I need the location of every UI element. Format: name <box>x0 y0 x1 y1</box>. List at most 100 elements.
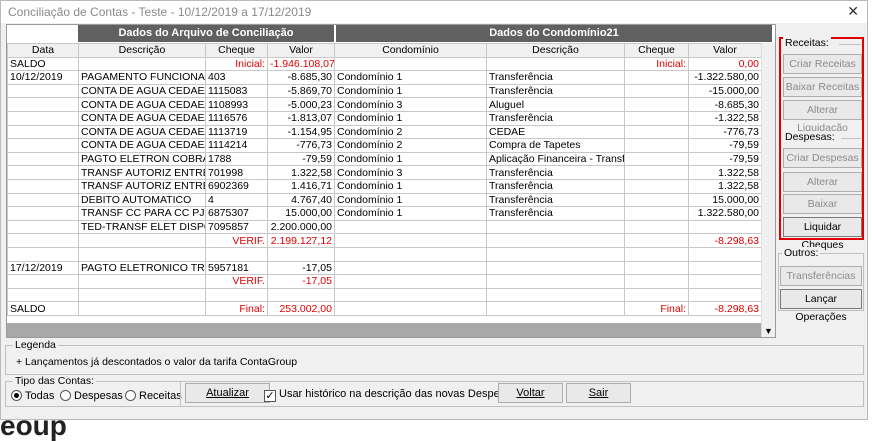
table-cell-data <box>7 83 79 99</box>
table-row[interactable]: CONTA DE AGUA CEDAE/RJ-11115083-5.869,70… <box>7 83 762 99</box>
radio-receitas[interactable]: Receitas <box>125 390 182 402</box>
conciliacao-grid[interactable]: Dados do Arquivo de Conciliação Dados do… <box>6 24 776 338</box>
table-row[interactable]: SALDO Inicial: -1.946.108,07 Inicial: 0,00 <box>7 56 762 72</box>
table-row[interactable]: TRANSF CC PARA CC PJ CON687530715.000,00… <box>7 206 762 221</box>
table-row[interactable]: DEBITO AUTOMATICO 4 4.767,40 Condomínio 1 Tr… <box>7 192 762 208</box>
table-cell-data: SALDO <box>7 301 79 316</box>
table-cell-data <box>7 274 79 289</box>
historico-checkbox[interactable]: ✓ Usar histórico na descrição das novas D… <box>264 388 517 402</box>
table-row[interactable]: VERIF. -17,05 <box>7 274 762 289</box>
table-cell-desc2 <box>486 56 625 72</box>
table-cell-desc <box>78 233 206 248</box>
column-header[interactable]: Cheque <box>624 43 689 58</box>
table-cell-valor: 2.199.127,12 <box>267 233 335 248</box>
table-row[interactable]: CONTA DE AGUA CEDAE/RJ-11116576-1.813,07… <box>7 110 762 126</box>
table-cell-desc2 <box>486 246 625 262</box>
table-cell-cond: Condomínio 1 <box>334 192 487 208</box>
column-header[interactable]: Valor <box>267 43 335 58</box>
alterar-liquidacao-button[interactable]: Alterar Liquidação <box>783 100 862 134</box>
table-header-row: Data Descrição Cheque Valor Condomínio D… <box>7 43 762 58</box>
horizontal-scrollbar[interactable] <box>7 323 761 337</box>
table-cell-cond <box>334 56 487 72</box>
table-row[interactable] <box>7 246 762 262</box>
table-cell-data: SALDO <box>7 56 79 72</box>
close-icon[interactable]: ✕ <box>847 3 859 20</box>
table-cell-cheque2 <box>624 110 689 126</box>
table-cell-cheque2 <box>624 124 689 140</box>
table-cell-data <box>7 246 79 262</box>
table-cell-desc2 <box>486 219 625 235</box>
radio-indicator[interactable] <box>125 390 136 401</box>
radio-despesas[interactable]: Despesas <box>60 390 123 402</box>
table-cell-cheque2 <box>624 246 689 262</box>
table-cell-data: 17/12/2019 <box>7 260 79 276</box>
table-cell-cheque2 <box>624 206 689 221</box>
table-cell-cond: Condomínio 1 <box>334 151 487 167</box>
legenda-label: Legenda <box>13 339 58 351</box>
table-cell-valor: 4.767,40 <box>267 192 335 208</box>
scroll-down-icon[interactable]: ▼ <box>764 326 773 336</box>
table-cell-cheque2 <box>624 274 689 289</box>
table-row[interactable] <box>7 287 762 303</box>
divider <box>839 44 861 45</box>
column-header[interactable]: Descrição <box>78 43 206 58</box>
column-header[interactable]: Condomínio <box>334 43 487 58</box>
table-row[interactable]: CONTA DE AGUA CEDAE/RJ-11108993-5.000,23… <box>7 97 762 112</box>
column-header[interactable]: Descrição <box>486 43 625 58</box>
table-cell-desc <box>78 246 206 262</box>
column-header[interactable]: Cheque <box>205 43 268 58</box>
checkmark-icon[interactable]: ✓ <box>264 390 276 402</box>
table-row[interactable]: CONTA DE AGUA CEDAE/RJ-11113719-1.154,95… <box>7 124 762 140</box>
table-row[interactable]: 10/12/2019PAGAMENTO FUNCIONARIOS403-8.68… <box>7 70 762 85</box>
baixar-despesas-button[interactable]: Baixar Despesas <box>783 194 862 228</box>
table-cell-valor: 253.002,00 <box>267 301 335 316</box>
table-cell-cheque: Final: <box>205 301 268 316</box>
table-cell-cheque <box>205 287 268 303</box>
table-row[interactable]: PAGTO ELETRON COBRANCA1788-79,59Condomín… <box>7 151 762 167</box>
criar-receitas-button[interactable]: Criar Receitas <box>783 54 862 74</box>
vertical-scrollbar[interactable]: ▼ <box>761 43 775 337</box>
table-row[interactable]: VERIF. 2.199.127,12 -8.298,63 <box>7 233 762 248</box>
baixar-receitas-button[interactable]: Baixar Receitas <box>783 77 862 97</box>
table-cell-cheque: 1108993 <box>205 97 268 112</box>
lancar-operacoes-button[interactable]: Lançar Operações <box>780 289 862 323</box>
table-cell-cheque: 1114214 <box>205 138 268 153</box>
transferencias-button[interactable]: Transferências <box>780 266 862 286</box>
table-cell-desc: CONTA DE AGUA CEDAE/RJ-1 <box>78 110 206 126</box>
table-cell-data <box>7 192 79 208</box>
radio-indicator[interactable] <box>11 390 22 401</box>
table-cell-desc: CONTA DE AGUA CEDAE/RJ-1 <box>78 83 206 99</box>
table-cell-valor2: -8.298,63 <box>688 233 762 248</box>
table-row[interactable]: 17/12/2019PAGTO ELETRONICO TRIBUTO595718… <box>7 260 762 276</box>
column-header[interactable]: Data <box>7 43 79 58</box>
column-header[interactable]: Valor <box>688 43 762 58</box>
table-cell-cond: Condomínio 1 <box>334 110 487 126</box>
table-cell-valor2: -8.298,63 <box>688 301 762 316</box>
table-cell-cheque: 5957181 <box>205 260 268 276</box>
legenda-text: + Lançamentos já descontados o valor da … <box>16 356 298 368</box>
table-cell-cheque2 <box>624 165 689 180</box>
liquidar-cheques-button[interactable]: Liquidar Cheques <box>783 217 862 251</box>
table-cell-valor: 15.000,00 <box>267 206 335 221</box>
table-row[interactable]: TRANSF AUTORIZ ENTRE AGS69023691.416,71C… <box>7 178 762 194</box>
table-row[interactable]: CONTA DE AGUA CEDAE/RJ-11114214-776,73Co… <box>7 138 762 153</box>
divider <box>180 381 181 407</box>
table-row[interactable]: SALDO Final: 253.002,00 Final: -8.298,63 <box>7 301 762 316</box>
sair-button[interactable]: Sair <box>566 383 631 403</box>
table-cell-valor: 1.416,71 <box>267 178 335 194</box>
voltar-button[interactable]: Voltar <box>498 383 563 403</box>
table-cell-cond <box>334 219 487 235</box>
table-cell-valor: 1.322,58 <box>267 165 335 180</box>
table-cell-data: 10/12/2019 <box>7 70 79 85</box>
atualizar-button[interactable]: Atualizar <box>185 383 270 403</box>
window-titlebar: Conciliação de Contas - Teste - 10/12/20… <box>1 1 867 23</box>
table-cell-cond: Condomínio 2 <box>334 124 487 140</box>
table-row[interactable]: TED-TRANSF ELET DISPON RE70958572.200.00… <box>7 219 762 235</box>
table-cell-desc: DEBITO AUTOMATICO <box>78 192 206 208</box>
table-row[interactable]: TRANSF AUTORIZ ENTRE AGS7019981.322,58Co… <box>7 165 762 180</box>
radio-todas[interactable]: Todas <box>11 390 54 402</box>
alterar-despesas-button[interactable]: Alterar Despesas <box>783 172 862 206</box>
radio-indicator[interactable] <box>60 390 71 401</box>
criar-despesas-button[interactable]: Criar Despesas <box>783 148 862 168</box>
table-cell-cond <box>334 260 487 276</box>
